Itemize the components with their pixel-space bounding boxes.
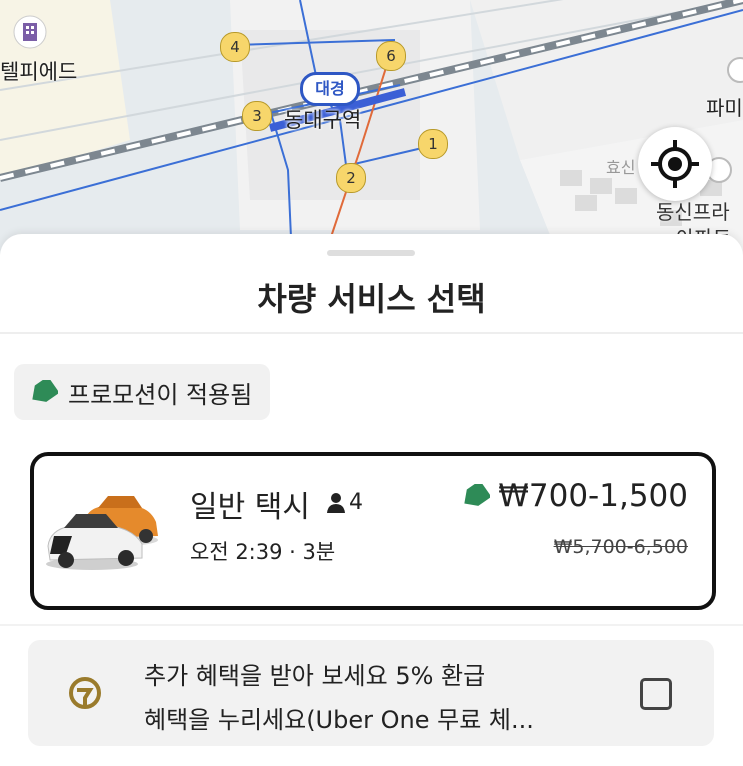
seat-count: 4	[349, 490, 363, 515]
tag-icon	[32, 380, 58, 402]
original-price: ₩5,700-6,500	[553, 536, 688, 558]
map-marker[interactable]: 3	[242, 101, 272, 131]
map-marker-label: 3	[252, 107, 262, 125]
person-icon	[327, 492, 345, 513]
map-marker-label: 6	[386, 47, 396, 65]
map-place-label: 텔피에드	[0, 60, 78, 84]
discounted-price: ₩700-1,500	[498, 478, 688, 514]
eta-text: 오전 2:39 · 3분	[190, 540, 336, 564]
map-marker[interactable]: 6	[376, 41, 406, 71]
uber-one-icon	[69, 677, 101, 709]
map-marker[interactable]: 1	[418, 129, 448, 159]
sheet-drag-handle[interactable]	[327, 250, 415, 256]
promo-chip: 프로모션이 적용됨	[14, 364, 271, 420]
map-place-label: 효신	[606, 158, 636, 177]
divider	[0, 332, 743, 334]
uber-one-text-line2: 혜택을 누리세요(Uber One 무료 체...	[144, 706, 534, 734]
service-option-card[interactable]: 일반 택시 4 오전 2:39 · 3분 ₩700-1,500 ₩5,700-6…	[30, 452, 716, 610]
map-view[interactable]: 텔피에드 파미 효신 동신프라 아파트 대경 동대구역 4 6 3 1 2	[0, 0, 743, 260]
price-row: ₩700-1,500	[460, 478, 688, 514]
map-graphic	[0, 0, 743, 260]
building-icon	[13, 15, 47, 49]
service-name: 일반 택시	[190, 490, 310, 525]
station-name: 동대구역	[284, 108, 362, 132]
map-marker[interactable]: 2	[336, 163, 366, 193]
bottom-sheet: 차량 서비스 선택 프로모션이 적용됨 일반 택시 4 오전 2:39 · 3분…	[0, 234, 743, 766]
seat-capacity: 4	[326, 490, 363, 515]
uber-one-offer[interactable]: 추가 혜택을 받아 보세요 5% 환급 혜택을 누리세요(Uber One 무료…	[28, 640, 714, 746]
map-place-label: 파미	[706, 96, 743, 120]
sheet-title: 차량 서비스 선택	[257, 280, 486, 318]
map-marker-label: 2	[346, 169, 356, 187]
divider	[0, 624, 743, 626]
locate-me-button[interactable]	[638, 127, 712, 201]
station-badge-label: 대경	[315, 79, 345, 98]
promo-label: 프로모션이 적용됨	[68, 380, 253, 409]
tag-icon	[464, 484, 491, 506]
map-marker-label: 1	[428, 135, 438, 153]
uber-one-checkbox[interactable]	[640, 678, 672, 710]
taxi-car-image	[46, 496, 158, 570]
uber-one-text-line1: 추가 혜택을 받아 보세요 5% 환급	[144, 662, 486, 690]
station-badge[interactable]: 대경	[300, 72, 360, 106]
map-marker[interactable]: 4	[220, 32, 250, 62]
crosshair-icon	[651, 140, 699, 188]
map-marker-label: 4	[230, 38, 240, 56]
